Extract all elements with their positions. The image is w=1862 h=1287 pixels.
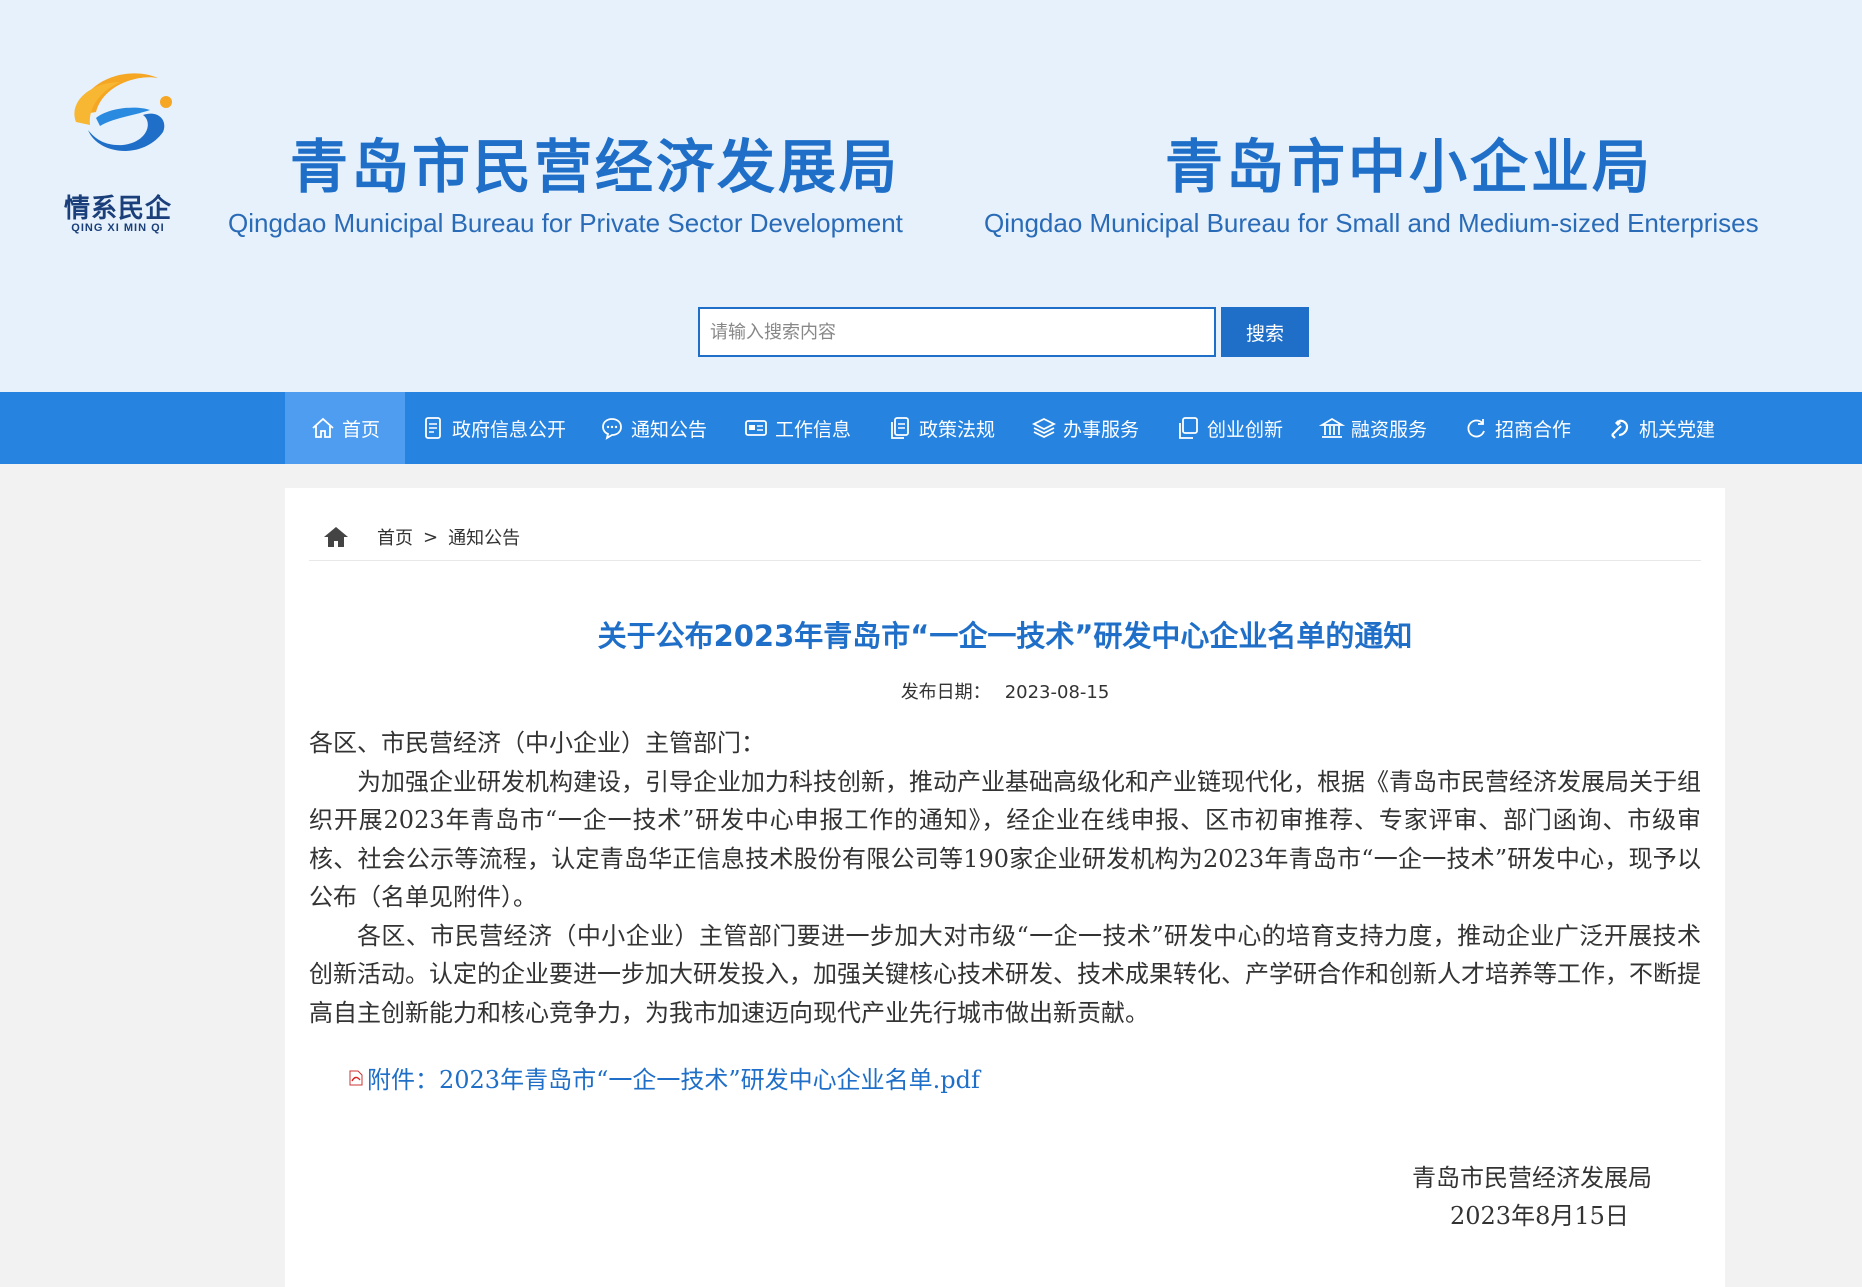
refresh-icon — [1467, 419, 1485, 438]
nav-label: 首页 — [341, 418, 380, 441]
nav-item-party[interactable]: 机关党建 — [1589, 392, 1733, 464]
building-icon — [1318, 417, 1345, 438]
logo-en-text: QING XI MIN QI — [71, 222, 165, 234]
bureau2-title-en: Qingdao Municipal Bureau for Small and M… — [984, 208, 1759, 238]
nav-item-investment[interactable]: 招商合作 — [1445, 392, 1589, 464]
nav-item-notices[interactable]: 通知公告 — [581, 392, 725, 464]
home-icon — [312, 417, 334, 438]
search-button[interactable]: 搜索 — [1221, 307, 1309, 357]
breadcrumb: 首页 > 通知公告 — [323, 522, 520, 552]
nav-label: 融资服务 — [1350, 418, 1427, 441]
paragraph: 各区、市民营经济（中小企业）主管部门要进一步加大对市级“一企一技术”研发中心的培… — [309, 921, 1701, 1027]
article-body: 各区、市民营经济（中小企业）主管部门： 为加强企业研发机构建设，引导企业加力科技… — [309, 724, 1701, 1032]
bureau2-title-cn: 青岛市中小企业局 — [1165, 133, 1654, 201]
home-icon[interactable] — [323, 526, 349, 548]
nav-label: 办事服务 — [1062, 418, 1139, 441]
site-header: 情系民企 QING XI MIN QI 青岛市民营经济发展局 Qingdao M… — [0, 0, 1862, 392]
document-icon — [425, 417, 441, 439]
article-panel: 首页 > 通知公告 关于公布2023年青岛市“一企一技术”研发中心企业名单的通知… — [285, 488, 1725, 1287]
nav-item-innovation[interactable]: 创业创新 — [1157, 392, 1301, 464]
breadcrumb-home[interactable]: 首页 — [377, 524, 413, 550]
pdf-icon — [349, 1070, 363, 1085]
breadcrumb-separator: > — [423, 526, 439, 548]
nav-label: 政策法规 — [918, 418, 995, 441]
pages-icon — [891, 417, 909, 439]
bureau1-title-cn: 青岛市民营经济发展局 — [290, 133, 901, 201]
nav-label: 创业创新 — [1206, 418, 1283, 441]
card-icon — [745, 420, 767, 436]
nav-item-services[interactable]: 办事服务 — [1013, 392, 1157, 464]
logo-cn-text: 情系民企 — [63, 194, 172, 224]
search-input[interactable] — [698, 307, 1216, 357]
nav-item-home[interactable]: 首页 — [285, 392, 405, 464]
site-logo[interactable]: 情系民企 QING XI MIN QI — [58, 60, 188, 240]
nav-label: 工作信息 — [774, 418, 851, 441]
signature-date: 2023年8月15日 — [1450, 1202, 1629, 1230]
copy-icon — [1179, 417, 1198, 439]
nav-label: 政府信息公开 — [451, 418, 566, 441]
salutation: 各区、市民营经济（中小企业）主管部门： — [309, 729, 765, 757]
publish-date: 发布日期： 2023-08-15 — [285, 678, 1725, 704]
nav-item-work-info[interactable]: 工作信息 — [725, 392, 869, 464]
nav-label: 招商合作 — [1494, 418, 1571, 441]
paragraph: 为加强企业研发机构建设，引导企业加力科技创新，推动产业基础高级化和产业链现代化，… — [309, 767, 1701, 912]
nav-item-gov-info[interactable]: 政府信息公开 — [405, 392, 581, 464]
main-nav: 首页 政府信息公开 通知公告 工作信息 政策法规 办事服务 创业创新 融资服务 — [0, 392, 1862, 464]
publish-date-label: 发布日期： — [900, 682, 991, 703]
nav-label: 通知公告 — [630, 418, 707, 441]
layers-icon — [1031, 417, 1056, 439]
nav-item-finance[interactable]: 融资服务 — [1301, 392, 1445, 464]
chat-icon — [602, 418, 622, 440]
logo-mark-icon — [74, 73, 172, 151]
article-title: 关于公布2023年青岛市“一企一技术”研发中心企业名单的通知 — [597, 619, 1413, 653]
attachment-label[interactable]: 附件：2023年青岛市“一企一技术”研发中心企业名单.pdf — [367, 1060, 980, 1095]
bureau1-title-en: Qingdao Municipal Bureau for Private Sec… — [228, 208, 903, 238]
nav-item-policy[interactable]: 政策法规 — [869, 392, 1013, 464]
breadcrumb-current[interactable]: 通知公告 — [448, 524, 520, 550]
divider — [309, 560, 1701, 561]
signature-org: 青岛市民营经济发展局 — [1412, 1164, 1652, 1192]
publish-date-value: 2023-08-15 — [1004, 682, 1110, 703]
party-icon — [1611, 419, 1629, 439]
attachment-link[interactable]: 附件：2023年青岛市“一企一技术”研发中心企业名单.pdf — [349, 1060, 980, 1095]
nav-label: 机关党建 — [1638, 418, 1715, 441]
